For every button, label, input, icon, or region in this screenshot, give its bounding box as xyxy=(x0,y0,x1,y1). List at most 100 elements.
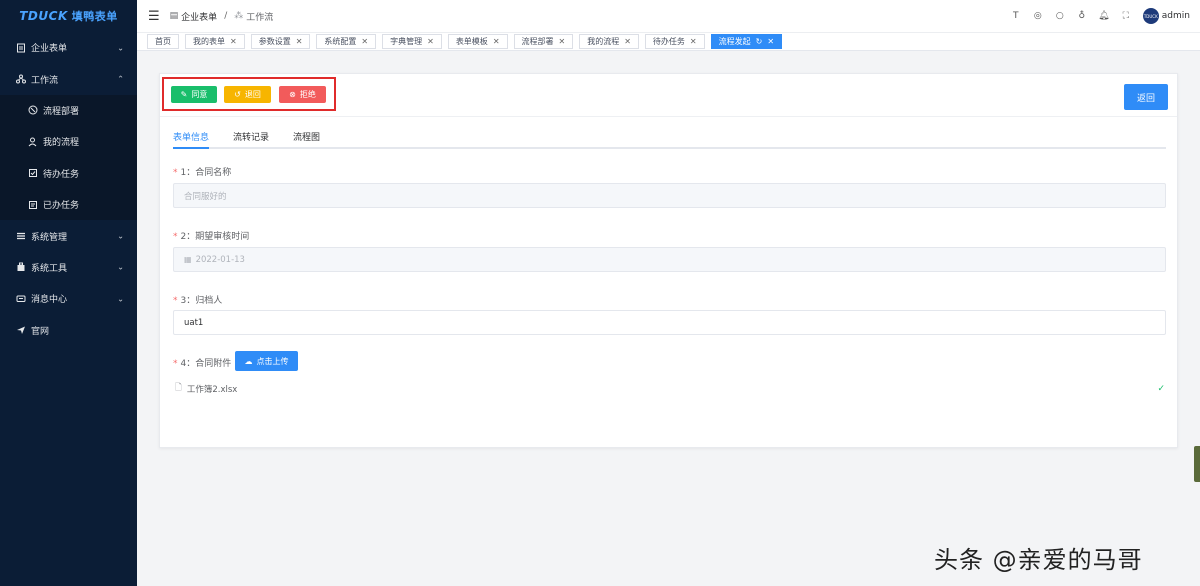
send-back-button[interactable]: ↺ 退回 xyxy=(224,86,271,103)
sidebar-item-label: 系统管理 xyxy=(31,232,68,243)
sidebar-item-website[interactable]: 官网 xyxy=(0,315,137,346)
deploy-icon xyxy=(28,105,38,115)
sidebar-item-workflow[interactable]: 工作流 ⌃ xyxy=(0,63,137,94)
avatar[interactable]: TDUCK xyxy=(1142,8,1159,24)
search-icon[interactable]: ○ xyxy=(1049,11,1071,21)
review-date-input[interactable]: ▦ 2022-01-13 xyxy=(173,247,1166,272)
undo-icon: ↺ xyxy=(234,90,241,99)
chevron-down-icon: ⌄ xyxy=(117,231,124,241)
form-icon: ▤ xyxy=(169,11,179,21)
close-icon[interactable]: ✕ xyxy=(559,37,566,46)
breadcrumb: ▤ 企业表单 / ⁂ 工作流 xyxy=(170,10,274,23)
input-value: uat1 xyxy=(184,317,204,328)
tab-label: 我的表单 xyxy=(193,37,225,46)
tab-my-forms[interactable]: 我的表单 ✕ xyxy=(185,34,245,49)
sidebar-item-tools[interactable]: 系统工具 ⌄ xyxy=(0,252,137,283)
agree-button[interactable]: ✎ 同意 xyxy=(171,86,217,103)
sidebar: TDUCK 填鸭表单 企业表单 ⌄ 工作流 ⌃ 流程部署 我的流程 待办任务 已… xyxy=(0,0,137,586)
sidebar-item-label: 消息中心 xyxy=(31,295,68,306)
required-mark: * xyxy=(173,168,178,178)
field-label-text: 2：期望审核时间 xyxy=(180,232,250,242)
close-icon[interactable]: ✕ xyxy=(427,37,434,46)
side-handle[interactable] xyxy=(1194,446,1200,482)
sidebar-item-label: 系统工具 xyxy=(31,263,68,274)
sidebar-item-deploy[interactable]: 流程部署 xyxy=(0,94,137,127)
github-icon[interactable]: ◎ xyxy=(1027,11,1049,21)
reject-label: 拒绝 xyxy=(299,90,316,99)
send-icon xyxy=(16,325,26,335)
app-logo[interactable]: TDUCK 填鸭表单 xyxy=(0,0,137,32)
check-circle-icon: ✓ xyxy=(1157,384,1165,394)
tab-my-flow[interactable]: 我的流程 ✕ xyxy=(579,34,639,49)
field-label-review-date: * 2：期望审核时间 xyxy=(173,229,249,242)
send-back-label: 退回 xyxy=(244,90,261,99)
sidebar-item-todo[interactable]: 待办任务 xyxy=(0,157,137,189)
menu-toggle-icon[interactable]: ☰ xyxy=(148,9,160,24)
contract-name-input[interactable]: 合同服好的 xyxy=(173,183,1166,208)
top-header: ☰ ▤ 企业表单 / ⁂ 工作流 T ◎ ○ ♁ 🔔︎ ⛶ TDUCK admi… xyxy=(137,0,1200,32)
tab-label: 待办任务 xyxy=(652,37,685,46)
sidebar-item-label: 我的流程 xyxy=(43,138,80,149)
sidebar-item-done[interactable]: 已办任务 xyxy=(0,188,137,221)
tab-start-flow[interactable]: 流程发起 ↻ ✕ xyxy=(710,34,783,49)
username[interactable]: admin xyxy=(1162,11,1190,21)
tab-flow-record[interactable]: 流转记录 xyxy=(233,130,269,143)
close-icon[interactable]: ✕ xyxy=(624,37,631,46)
tab-label: 参数设置 xyxy=(258,37,291,46)
detail-tabs: 表单信息 流转记录 流程图 xyxy=(173,130,1166,149)
tab-todo[interactable]: 待办任务 ✕ xyxy=(644,34,705,49)
flow-card: ✎ 同意 ↺ 退回 ⊗ 拒绝 返回 表单信息 流转记录 流程图 * 1：合同名称 … xyxy=(159,73,1178,448)
sidebar-item-label: 已办任务 xyxy=(43,201,80,212)
upload-button[interactable]: ☁ 点击上传 xyxy=(235,351,298,371)
close-icon[interactable]: ✕ xyxy=(690,37,697,46)
sidebar-item-messages[interactable]: 消息中心 ⌄ xyxy=(0,283,137,314)
sidebar-item-label: 待办任务 xyxy=(43,169,80,180)
refresh-icon[interactable]: ↻ xyxy=(756,37,763,46)
field-label-text: 1：合同名称 xyxy=(180,168,232,178)
breadcrumb-item[interactable]: 企业表单 xyxy=(181,10,217,23)
tab-label: 字典管理 xyxy=(390,37,423,46)
tab-label: 流程发起 xyxy=(718,37,751,46)
tab-templates[interactable]: 表单模板 ✕ xyxy=(447,34,508,49)
tab-system-config[interactable]: 系统配置 ✕ xyxy=(316,34,377,49)
tab-flow-chart[interactable]: 流程图 xyxy=(293,130,320,143)
chevron-down-icon: ⌄ xyxy=(117,294,124,304)
close-icon[interactable]: ✕ xyxy=(493,37,500,46)
sidebar-item-my-flow[interactable]: 我的流程 xyxy=(0,126,137,158)
logo-text: TDUCK xyxy=(19,9,68,23)
tab-label: 流程部署 xyxy=(521,37,554,46)
close-icon[interactable]: ✕ xyxy=(361,37,368,46)
upload-cloud-icon: ☁ xyxy=(244,356,253,366)
header-toolbar: T ◎ ○ ♁ 🔔︎ ⛶ TDUCK admin xyxy=(1005,0,1190,32)
tab-form-info[interactable]: 表单信息 xyxy=(173,130,209,143)
close-icon[interactable]: ✕ xyxy=(296,37,303,46)
tab-deploy[interactable]: 流程部署 ✕ xyxy=(513,34,574,49)
required-mark: * xyxy=(173,296,178,306)
tags-bar: 首页 我的表单 ✕ 参数设置 ✕ 系统配置 ✕ 字典管理 ✕ 表单模板 ✕ 流程部署 ✕ 我… xyxy=(137,32,1200,51)
sidebar-item-system[interactable]: 系统管理 ⌄ xyxy=(0,220,137,251)
text-size-icon[interactable]: T xyxy=(1005,11,1027,21)
field-label-text: 3：归档人 xyxy=(180,296,223,306)
close-icon[interactable]: ✕ xyxy=(767,37,774,46)
return-button[interactable]: 返回 xyxy=(1124,84,1168,110)
tab-home[interactable]: 首页 xyxy=(147,34,179,49)
tab-label: 我的流程 xyxy=(587,37,620,46)
archiver-input[interactable]: uat1 xyxy=(173,310,1166,335)
upload-label: 点击上传 xyxy=(256,356,289,366)
agree-label: 同意 xyxy=(191,90,208,99)
tab-dictionary[interactable]: 字典管理 ✕ xyxy=(382,34,442,49)
sidebar-item-label: 官网 xyxy=(31,326,50,337)
sidebar-item-label: 企业表单 xyxy=(31,44,68,55)
workflow-icon: ⁂ xyxy=(234,11,244,21)
fullscreen-icon[interactable]: ⛶ xyxy=(1115,11,1137,21)
reject-button[interactable]: ⊗ 拒绝 xyxy=(279,86,326,103)
bell-icon[interactable]: 🔔︎ xyxy=(1093,11,1115,21)
close-icon[interactable]: ✕ xyxy=(230,37,237,46)
theme-icon[interactable]: ♁ xyxy=(1071,11,1093,21)
uploaded-file[interactable]: 🗋︎ 工作簿2.xlsx ✓ xyxy=(175,383,1165,395)
tab-params[interactable]: 参数设置 ✕ xyxy=(250,34,311,49)
tab-label: 表单模板 xyxy=(455,37,488,46)
file-name: 工作簿2.xlsx xyxy=(186,385,238,395)
chevron-down-icon: ⌄ xyxy=(117,262,124,272)
sidebar-item-forms[interactable]: 企业表单 ⌄ xyxy=(0,32,137,63)
